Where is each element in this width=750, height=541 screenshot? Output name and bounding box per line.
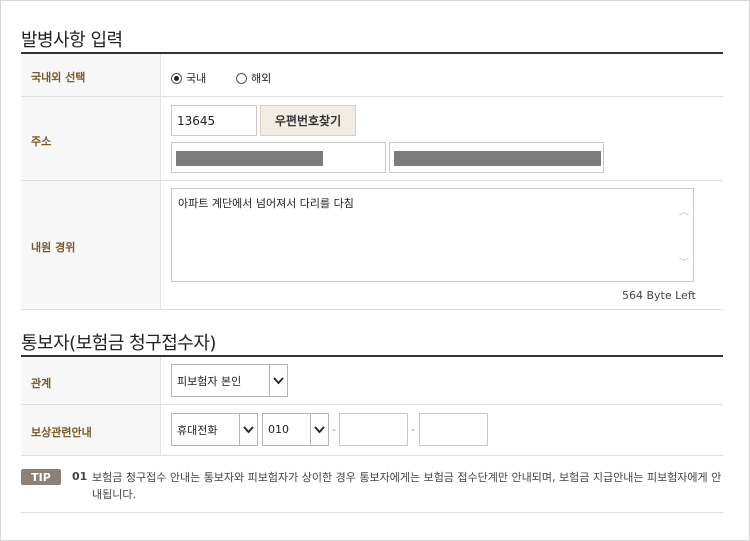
label-cell-address: 주소 xyxy=(21,97,161,180)
masked-address-line2 xyxy=(394,151,601,166)
radio-overseas-label: 해외 xyxy=(251,72,272,85)
row-divider xyxy=(21,455,723,456)
tip-text: 보험금 청구접수 안내는 통보자와 피보험자가 상이한 경우 통보자에게는 보험… xyxy=(92,471,722,501)
phone-prefix-value: 010 xyxy=(268,423,289,436)
details-textarea[interactable]: 아파트 계단에서 넘어져서 다리를 다침 xyxy=(171,188,694,282)
phone-prefix-select[interactable]: 010 xyxy=(262,413,329,446)
phone-separator: - xyxy=(332,423,336,436)
postal-search-button[interactable]: 우편번호찾기 xyxy=(260,105,356,136)
section-title-notifier: 통보자(보험금 청구접수자) xyxy=(21,333,216,354)
label-cell-details: 내원 경위 xyxy=(21,181,161,309)
chevron-down-icon xyxy=(239,414,257,445)
radio-overseas[interactable]: 해외 xyxy=(236,70,271,86)
chevron-down-icon xyxy=(269,365,287,396)
radio-domestic-label: 국내 xyxy=(186,72,207,85)
scroll-up-icon[interactable]: ︿ xyxy=(679,203,689,218)
label-cell-relation: 관계 xyxy=(21,357,161,404)
label-domestic: 국내외 선택 xyxy=(31,71,86,84)
label-contact: 보상관련안내 xyxy=(31,426,92,439)
row-divider xyxy=(21,309,723,310)
label-relation: 관계 xyxy=(31,377,52,390)
label-cell-contact: 보상관련안내 xyxy=(21,405,161,455)
label-details: 내원 경위 xyxy=(31,241,76,254)
scroll-down-icon[interactable]: ﹀ xyxy=(679,254,689,269)
chevron-down-icon xyxy=(310,414,328,445)
contact-method-select[interactable]: 휴대전화 xyxy=(171,413,258,446)
relation-selected-value: 피보험자 본인 xyxy=(177,374,242,388)
bottom-divider xyxy=(21,512,723,513)
contact-method-value: 휴대전화 xyxy=(177,423,218,437)
label-address: 주소 xyxy=(31,135,52,148)
section-title-incident: 발병사항 입력 xyxy=(21,30,123,51)
details-text: 아파트 계단에서 넘어져서 다리를 다침 xyxy=(178,197,354,210)
tip-badge: TIP xyxy=(21,469,61,485)
phone-last-input[interactable] xyxy=(419,413,488,446)
radio-domestic[interactable]: 국내 xyxy=(171,70,206,86)
address-line2-input[interactable] xyxy=(389,142,604,173)
relation-select[interactable]: 피보험자 본인 xyxy=(171,364,288,397)
tip-number: 01 xyxy=(72,470,88,483)
postal-code-input[interactable]: 13645 xyxy=(171,105,257,136)
address-line1-input[interactable] xyxy=(171,142,386,173)
masked-address-line1 xyxy=(176,151,323,166)
radio-unselected-icon xyxy=(236,72,247,84)
phone-middle-input[interactable] xyxy=(339,413,408,446)
phone-separator: - xyxy=(411,423,415,436)
radio-selected-icon xyxy=(171,72,182,84)
byte-left-counter: 564 Byte Left xyxy=(622,289,696,302)
label-cell-domestic: 국내외 선택 xyxy=(21,54,161,96)
